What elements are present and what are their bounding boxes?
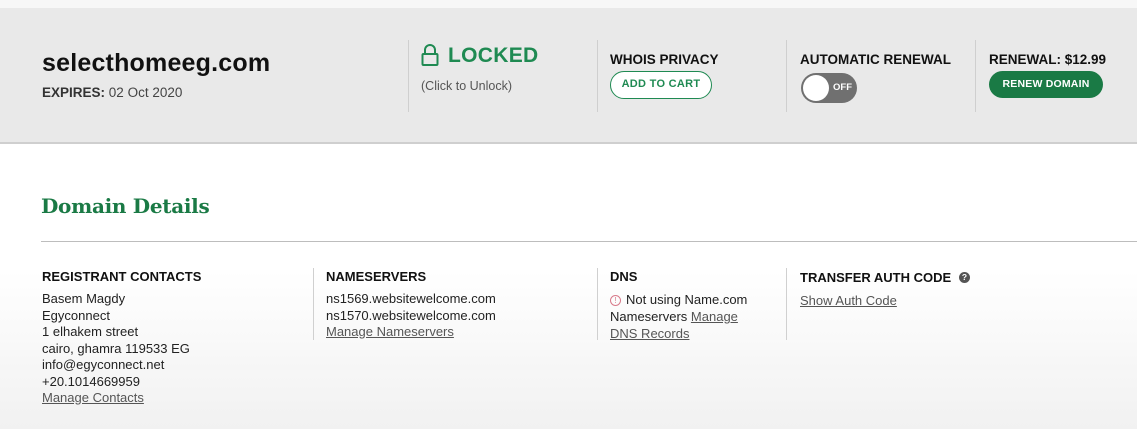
- transfer-title: TRANSFER AUTH CODE: [800, 270, 952, 285]
- details-divider: [597, 268, 598, 340]
- dns-records-link[interactable]: DNS Records: [610, 326, 689, 343]
- header-divider: [786, 40, 787, 112]
- section-title: Domain Details: [41, 194, 210, 218]
- expires-label: EXPIRES:: [42, 85, 106, 100]
- renew-domain-button[interactable]: RENEW DOMAIN: [989, 71, 1103, 98]
- dns-line2: Nameservers Manage: [610, 309, 738, 326]
- registrant-street: 1 elhakem street: [42, 324, 139, 339]
- toggle-state: OFF: [833, 82, 852, 93]
- whois-title: WHOIS PRIVACY: [610, 52, 719, 67]
- registrant-city: cairo, ghamra 119533 EG: [42, 340, 190, 356]
- domain-name: selecthomeeg.com: [42, 49, 271, 77]
- registrant-email: info@egyconnect.net: [42, 357, 165, 372]
- details-divider: [313, 268, 314, 340]
- nameservers-title: NAMESERVERS: [326, 269, 427, 284]
- registrant-phone: +20.1014669959: [42, 373, 140, 389]
- registrant-name: Basem Magdy: [42, 291, 126, 306]
- lock-hint[interactable]: (Click to Unlock): [421, 79, 512, 93]
- lock-status[interactable]: LOCKED: [448, 44, 538, 68]
- registrant-org: Egyconnect: [42, 307, 110, 323]
- registrant-title: REGISTRANT CONTACTS: [42, 269, 202, 284]
- top-strip: [0, 0, 1137, 8]
- nameserver-2: ns1570.websitewelcome.com: [326, 307, 496, 323]
- dns-title: DNS: [610, 269, 638, 284]
- padlock-icon: [421, 44, 439, 66]
- section-divider: [41, 241, 1137, 242]
- manage-contacts-link[interactable]: Manage Contacts: [42, 390, 144, 407]
- dns-status: ! Not using Name.com: [610, 292, 747, 309]
- toggle-knob: [803, 75, 829, 101]
- nameserver-1: ns1569.websitewelcome.com: [326, 291, 496, 306]
- dns-status-text: Not using Name.com: [626, 292, 748, 307]
- header-divider: [597, 40, 598, 112]
- manage-nameservers-link[interactable]: Manage Nameservers: [326, 324, 454, 341]
- help-icon[interactable]: ?: [959, 272, 970, 283]
- add-to-cart-button[interactable]: ADD TO CART: [610, 71, 712, 99]
- header-divider: [975, 40, 976, 112]
- auto-renewal-toggle[interactable]: OFF: [801, 73, 857, 103]
- details-divider: [786, 268, 787, 340]
- expires-date: 02 Oct 2020: [108, 85, 183, 100]
- header-divider: [408, 40, 409, 112]
- dns-nameservers-text: Nameservers: [610, 309, 688, 324]
- show-auth-code-link[interactable]: Show Auth Code: [800, 293, 897, 310]
- expires-line: EXPIRES: 02 Oct 2020: [42, 85, 182, 100]
- auto-renewal-title: AUTOMATIC RENEWAL: [800, 52, 951, 67]
- info-circle-icon: !: [610, 295, 621, 306]
- manage-dns-link[interactable]: Manage: [691, 309, 738, 324]
- renewal-price: RENEWAL: $12.99: [989, 52, 1107, 67]
